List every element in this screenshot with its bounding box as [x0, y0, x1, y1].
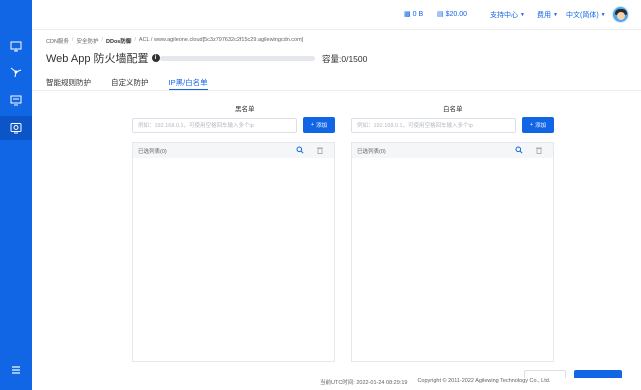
- page-title-text: Web App 防火墙配置: [46, 53, 149, 65]
- billing-label: 费用: [537, 12, 551, 19]
- whitelist-heading: 白名单: [443, 106, 463, 113]
- whitelist-selected-list: 已选列表(0): [351, 142, 554, 362]
- footer: 当前UTC时间: 2022-01-24 08:29:19 Copyright ©…: [320, 378, 550, 386]
- traffic-value: 0 B: [412, 10, 424, 18]
- tab-custom-protection[interactable]: 自定义防护: [111, 74, 149, 90]
- menu-icon[interactable]: [8, 362, 24, 378]
- blacklist-selected-count: 已选列表(0): [138, 148, 167, 155]
- breadcrumb-separator: /: [101, 37, 103, 43]
- page-title: Web App 防火墙配置 i: [46, 50, 160, 66]
- tab-bar: 智能规则防护 自定义防护 IP黑/白名单: [46, 74, 208, 90]
- blacklist-ip-input[interactable]: [132, 118, 297, 133]
- trash-icon[interactable]: [316, 146, 324, 154]
- info-icon[interactable]: i: [151, 54, 160, 62]
- chevron-down-icon: ▼: [553, 12, 558, 18]
- app-root: ▩ 0 B ▤ $20.00 支持中心 ▼ 费用 ▼ 中文(简体) ▼ CDN服…: [0, 0, 641, 390]
- tabs-divider: [32, 90, 641, 91]
- tab-smart-rules[interactable]: 智能规则防护: [46, 74, 91, 90]
- shield-screen-icon[interactable]: [0, 116, 32, 140]
- whitelist-ip-input[interactable]: [351, 118, 516, 133]
- chevron-down-icon: ▼: [600, 12, 606, 18]
- whitelist-list-header: 已选列表(0): [352, 143, 553, 158]
- topbar: ▩ 0 B ▤ $20.00 支持中心 ▼ 费用 ▼ 中文(简体) ▼: [32, 0, 641, 30]
- cancel-button[interactable]: [524, 370, 566, 378]
- breadcrumb-separator: /: [71, 37, 74, 43]
- wallet-icon: ▤: [437, 11, 444, 18]
- balance-value: $20.00: [445, 10, 468, 18]
- whitelist-selected-count: 已选列表(0): [357, 148, 386, 155]
- network-icon[interactable]: [8, 64, 24, 80]
- traffic-indicator[interactable]: ▩ 0 B: [404, 10, 424, 19]
- user-avatar[interactable]: [612, 6, 629, 23]
- tab-ip-black-white-list[interactable]: IP黑/白名单: [168, 74, 208, 90]
- language-menu[interactable]: 中文(简体) ▼: [566, 10, 606, 20]
- breadcrumb-security[interactable]: 安全防护: [76, 37, 98, 45]
- trash-icon[interactable]: [535, 146, 543, 154]
- chevron-down-icon: ▼: [520, 12, 525, 18]
- blacklist-selected-list: 已选列表(0): [132, 142, 335, 362]
- whitelist-add-button[interactable]: + 添加: [522, 117, 554, 133]
- breadcrumb: CDN服务 / 安全防护 / DDos防御 / ACL / www.agileo…: [46, 37, 303, 45]
- plus-icon: +: [310, 122, 315, 128]
- breadcrumb-cdn[interactable]: CDN服务: [46, 37, 69, 45]
- sidebar: [0, 0, 32, 390]
- monitor-icon[interactable]: [8, 92, 24, 108]
- billing-menu[interactable]: 费用 ▼: [537, 10, 558, 20]
- blacklist-heading: 黑名单: [235, 106, 255, 113]
- capacity-text: 容量:0/1500: [322, 54, 368, 64]
- bar-chart-icon: ▩: [404, 11, 411, 18]
- support-label: 支持中心: [490, 12, 518, 19]
- utc-time: 当前UTC时间: 2022-01-24 08:29:19: [320, 380, 408, 386]
- capacity-progress-bar: [160, 56, 315, 61]
- balance-indicator[interactable]: ▤ $20.00: [437, 10, 468, 19]
- monitor-icon[interactable]: [8, 38, 24, 54]
- blacklist-add-button[interactable]: + 添加: [303, 117, 335, 133]
- search-icon[interactable]: [296, 146, 304, 154]
- breadcrumb-acl: ACL / www.agileone.cloud[5c3z797632c2f15…: [138, 37, 304, 43]
- plus-icon: +: [529, 122, 534, 128]
- avatar-face: [617, 12, 625, 20]
- breadcrumb-ddos[interactable]: DDos防御: [106, 37, 131, 45]
- whitelist-add-label: 添加: [535, 123, 547, 129]
- blacklist-add-label: 添加: [316, 123, 328, 129]
- confirm-button[interactable]: [574, 370, 622, 378]
- support-menu[interactable]: 支持中心 ▼: [490, 10, 525, 20]
- copyright: Copyright © 2011-2022 Agilewing Technolo…: [417, 378, 551, 384]
- breadcrumb-separator: /: [134, 37, 136, 43]
- search-icon[interactable]: [515, 146, 523, 154]
- language-label: 中文(简体): [566, 12, 599, 19]
- blacklist-list-header: 已选列表(0): [133, 143, 334, 158]
